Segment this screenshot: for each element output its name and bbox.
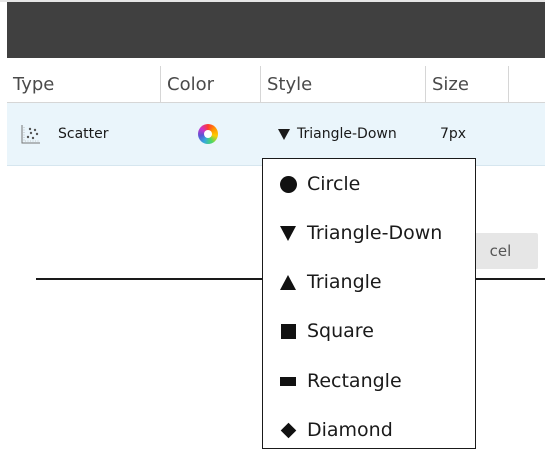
square-icon	[275, 323, 301, 339]
color-wheel-icon[interactable]	[198, 124, 218, 144]
header-color: Color	[160, 66, 260, 102]
dropdown-item-rectangle[interactable]: Rectangle	[263, 360, 475, 402]
dropdown-item-diamond[interactable]: Diamond	[263, 409, 475, 451]
header-size: Size	[425, 66, 508, 102]
dropdown-item-label: Diamond	[307, 419, 393, 441]
dropdown-item-triangle[interactable]: Triangle	[263, 261, 475, 303]
table-row[interactable]: Scatter Triangle-Down 7px	[7, 103, 545, 166]
dropdown-item-label: Triangle-Down	[307, 222, 443, 244]
header-extra	[508, 66, 545, 102]
style-label: Triangle-Down	[297, 126, 397, 142]
type-cell[interactable]: Scatter	[20, 103, 109, 165]
dropdown-item-triangle-down[interactable]: Triangle-Down	[263, 212, 475, 254]
triangle-icon	[275, 274, 301, 290]
size-cell[interactable]: 7px	[440, 103, 466, 165]
dropdown-item-label: Rectangle	[307, 370, 402, 392]
rectangle-icon	[275, 376, 301, 386]
circle-icon	[275, 175, 301, 193]
style-cell[interactable]: Triangle-Down	[278, 103, 397, 165]
dropdown-item-square[interactable]: Square	[263, 310, 475, 352]
header-style: Style	[260, 66, 425, 102]
triangle-down-icon	[278, 128, 290, 140]
style-dropdown[interactable]: Circle Triangle-Down Triangle Square Rec…	[262, 158, 476, 449]
dropdown-item-label: Triangle	[307, 271, 382, 293]
table-header: Type Color Style Size	[7, 66, 545, 103]
type-label: Scatter	[58, 126, 109, 142]
dropdown-item-label: Square	[307, 320, 374, 342]
dropdown-item-label: Circle	[307, 173, 361, 195]
header-type: Type	[13, 73, 55, 95]
scatter-chart-icon	[21, 125, 40, 144]
triangle-down-icon	[275, 225, 301, 241]
color-cell[interactable]	[195, 103, 221, 165]
diamond-icon	[275, 422, 301, 438]
cancel-button-label: cel	[489, 242, 512, 260]
dialog-titlebar	[7, 2, 545, 58]
dropdown-item-circle[interactable]: Circle	[263, 163, 475, 205]
